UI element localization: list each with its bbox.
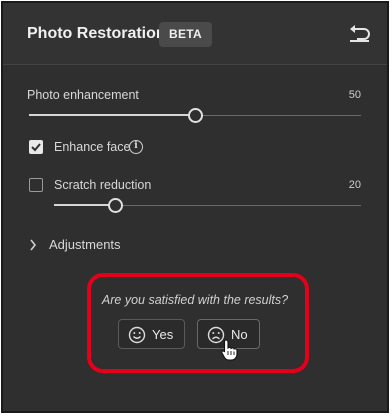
photo-enhancement-value: 50 [348,89,361,101]
photo-enhancement-slider[interactable] [29,108,361,124]
hand-pointer-cursor-icon [221,339,238,361]
beta-badge: BETA [159,22,212,47]
photo-enhancement-label: Photo enhancement [27,88,139,102]
scratch-reduction-value: 20 [348,179,361,191]
undo-icon[interactable] [349,24,371,44]
slider-thumb[interactable] [188,108,203,123]
slider-fill [54,204,116,206]
panel-header: Photo Restoration BETA [3,3,387,65]
slider-thumb[interactable] [108,198,124,213]
photo-restoration-panel: Photo Restoration BETA Photo enhancement… [1,1,389,413]
scratch-reduction-slider[interactable] [54,198,361,214]
feedback-question: Are you satisfied with the results? [101,293,289,307]
smiley-face-icon [128,326,146,344]
enhance-face-label: Enhance face [54,140,131,154]
adjustments-label: Adjustments [49,237,121,252]
enhance-face-checkbox[interactable] [29,140,43,154]
feedback-yes-button[interactable]: Yes [118,319,185,349]
slider-fill [29,114,195,116]
checkmark-icon [31,143,41,152]
chevron-right-icon [30,239,37,251]
scratch-reduction-label: Scratch reduction [54,178,152,192]
panel-title: Photo Restoration [27,25,166,42]
info-icon[interactable]: i [129,140,143,154]
scratch-reduction-checkbox[interactable] [29,178,43,192]
feedback-yes-label: Yes [152,327,174,342]
